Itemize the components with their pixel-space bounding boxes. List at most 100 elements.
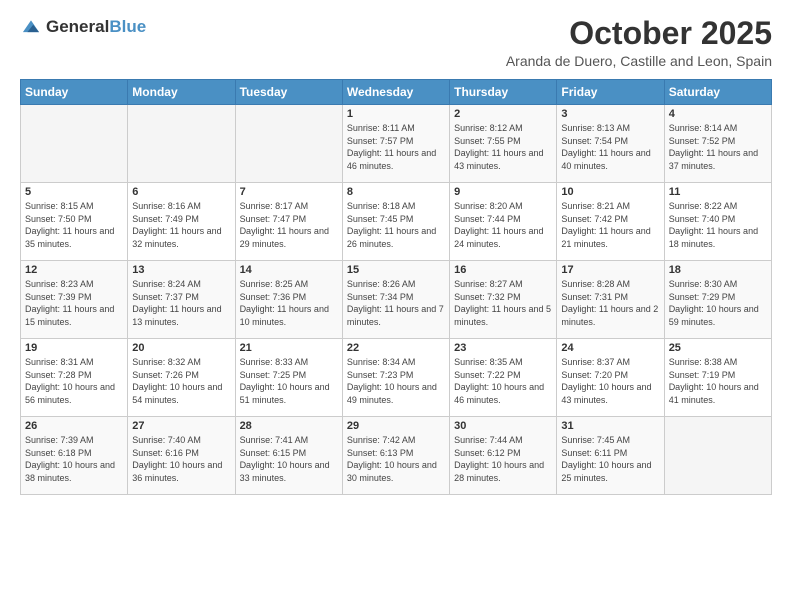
calendar-week-5: 26 Sunrise: 7:39 AMSunset: 6:18 PMDayligh… xyxy=(21,417,772,495)
cell-content: Sunrise: 8:21 AMSunset: 7:42 PMDaylight:… xyxy=(561,200,659,250)
cell-content: Sunrise: 8:16 AMSunset: 7:49 PMDaylight:… xyxy=(132,200,230,250)
calendar-cell xyxy=(235,105,342,183)
calendar-cell: 1Sunrise: 8:11 AMSunset: 7:57 PMDaylight… xyxy=(342,105,449,183)
calendar-week-3: 12 Sunrise: 8:23 AMSunset: 7:39 PMDayligh… xyxy=(21,261,772,339)
calendar-cell: 12 Sunrise: 8:23 AMSunset: 7:39 PMDayligh… xyxy=(21,261,128,339)
day-number: 20 xyxy=(132,342,230,354)
day-number: 19 xyxy=(25,342,123,354)
calendar-cell: 21Sunrise: 8:33 AMSunset: 7:25 PMDayligh… xyxy=(235,339,342,417)
logo: GeneralBlue xyxy=(20,16,146,38)
cell-content: Sunrise: 8:15 AMSunset: 7:50 PMDaylight:… xyxy=(25,200,123,250)
calendar-cell: 10 Sunrise: 8:21 AMSunset: 7:42 PMDayligh… xyxy=(557,183,664,261)
cell-content: Sunrise: 8:17 AMSunset: 7:47 PMDaylight:… xyxy=(240,200,338,250)
calendar-cell: 18 Sunrise: 8:30 AMSunset: 7:29 PMDayligh… xyxy=(664,261,771,339)
cell-content: Sunrise: 8:30 AMSunset: 7:29 PMDaylight:… xyxy=(669,278,767,328)
cell-content: Sunrise: 7:41 AMSunset: 6:15 PMDaylight:… xyxy=(240,434,338,484)
calendar-cell: 9 Sunrise: 8:20 AMSunset: 7:44 PMDaylight… xyxy=(450,183,557,261)
cell-content: Sunrise: 8:28 AMSunset: 7:31 PMDaylight:… xyxy=(561,278,659,328)
location-title: Aranda de Duero, Castille and Leon, Spai… xyxy=(506,53,772,69)
cell-content: Sunrise: 8:22 AMSunset: 7:40 PMDaylight:… xyxy=(669,200,767,250)
header: GeneralBlue October 2025 Aranda de Duero… xyxy=(20,16,772,69)
day-number: 28 xyxy=(240,420,338,432)
calendar-cell: 8 Sunrise: 8:18 AMSunset: 7:45 PMDaylight… xyxy=(342,183,449,261)
calendar-cell: 30 Sunrise: 7:44 AMSunset: 6:12 PMDayligh… xyxy=(450,417,557,495)
day-number: 5 xyxy=(25,186,123,198)
cell-content: Sunrise: 7:44 AMSunset: 6:12 PMDaylight:… xyxy=(454,434,552,484)
day-number: 25 xyxy=(669,342,767,354)
calendar-cell: 7 Sunrise: 8:17 AMSunset: 7:47 PMDaylight… xyxy=(235,183,342,261)
calendar-cell xyxy=(128,105,235,183)
cell-content: Sunrise: 8:25 AMSunset: 7:36 PMDaylight:… xyxy=(240,278,338,328)
day-number: 29 xyxy=(347,420,445,432)
calendar-cell: 13 Sunrise: 8:24 AMSunset: 7:37 PMDayligh… xyxy=(128,261,235,339)
day-number: 18 xyxy=(669,264,767,276)
day-number: 13 xyxy=(132,264,230,276)
calendar-cell: 14Sunrise: 8:25 AMSunset: 7:36 PMDayligh… xyxy=(235,261,342,339)
day-number: 1 xyxy=(347,108,445,120)
cell-content: Sunrise: 8:20 AMSunset: 7:44 PMDaylight:… xyxy=(454,200,552,250)
cell-content: Sunrise: 8:23 AMSunset: 7:39 PMDaylight:… xyxy=(25,278,123,328)
cell-content: Sunrise: 8:18 AMSunset: 7:45 PMDaylight:… xyxy=(347,200,445,250)
calendar-cell xyxy=(21,105,128,183)
cell-content: Sunrise: 8:35 AMSunset: 7:22 PMDaylight:… xyxy=(454,356,552,406)
days-header-row: Sunday Monday Tuesday Wednesday Thursday… xyxy=(21,80,772,105)
calendar-cell: 20 Sunrise: 8:32 AMSunset: 7:26 PMDayligh… xyxy=(128,339,235,417)
calendar-cell: 19 Sunrise: 8:31 AMSunset: 7:28 PMDayligh… xyxy=(21,339,128,417)
cell-content: Sunrise: 8:31 AMSunset: 7:28 PMDaylight:… xyxy=(25,356,123,406)
calendar-cell: 24Sunrise: 8:37 AMSunset: 7:20 PMDayligh… xyxy=(557,339,664,417)
day-number: 22 xyxy=(347,342,445,354)
day-number: 26 xyxy=(25,420,123,432)
header-friday: Friday xyxy=(557,80,664,105)
cell-content: Sunrise: 8:32 AMSunset: 7:26 PMDaylight:… xyxy=(132,356,230,406)
cell-content: Sunrise: 7:40 AMSunset: 6:16 PMDaylight:… xyxy=(132,434,230,484)
day-number: 8 xyxy=(347,186,445,198)
logo-general: GeneralBlue xyxy=(46,17,146,37)
calendar-cell: 22Sunrise: 8:34 AMSunset: 7:23 PMDayligh… xyxy=(342,339,449,417)
cell-content: Sunrise: 7:39 AMSunset: 6:18 PMDaylight:… xyxy=(25,434,123,484)
calendar-week-1: 1Sunrise: 8:11 AMSunset: 7:57 PMDaylight… xyxy=(21,105,772,183)
cell-content: Sunrise: 8:12 AMSunset: 7:55 PMDaylight:… xyxy=(454,122,552,172)
calendar-cell: 11 Sunrise: 8:22 AMSunset: 7:40 PMDayligh… xyxy=(664,183,771,261)
calendar-cell: 23 Sunrise: 8:35 AMSunset: 7:22 PMDayligh… xyxy=(450,339,557,417)
calendar-cell: 2 Sunrise: 8:12 AMSunset: 7:55 PMDaylight… xyxy=(450,105,557,183)
calendar-cell: 27 Sunrise: 7:40 AMSunset: 6:16 PMDayligh… xyxy=(128,417,235,495)
cell-content: Sunrise: 8:33 AMSunset: 7:25 PMDaylight:… xyxy=(240,356,338,406)
calendar-cell: 15Sunrise: 8:26 AMSunset: 7:34 PMDayligh… xyxy=(342,261,449,339)
day-number: 12 xyxy=(25,264,123,276)
day-number: 7 xyxy=(240,186,338,198)
day-number: 30 xyxy=(454,420,552,432)
calendar-cell: 6 Sunrise: 8:16 AMSunset: 7:49 PMDaylight… xyxy=(128,183,235,261)
header-saturday: Saturday xyxy=(664,80,771,105)
calendar-cell: 3Sunrise: 8:13 AMSunset: 7:54 PMDaylight… xyxy=(557,105,664,183)
day-number: 2 xyxy=(454,108,552,120)
calendar-cell: 29 Sunrise: 7:42 AMSunset: 6:13 PMDayligh… xyxy=(342,417,449,495)
cell-content: Sunrise: 8:27 AMSunset: 7:32 PMDaylight:… xyxy=(454,278,552,328)
header-sunday: Sunday xyxy=(21,80,128,105)
calendar-cell: 17 Sunrise: 8:28 AMSunset: 7:31 PMDayligh… xyxy=(557,261,664,339)
day-number: 11 xyxy=(669,186,767,198)
header-monday: Monday xyxy=(128,80,235,105)
month-title: October 2025 xyxy=(506,16,772,51)
day-number: 17 xyxy=(561,264,659,276)
calendar-cell: 4Sunrise: 8:14 AMSunset: 7:52 PMDaylight… xyxy=(664,105,771,183)
calendar-cell: 28 Sunrise: 7:41 AMSunset: 6:15 PMDayligh… xyxy=(235,417,342,495)
calendar-week-2: 5 Sunrise: 8:15 AMSunset: 7:50 PMDaylight… xyxy=(21,183,772,261)
header-wednesday: Wednesday xyxy=(342,80,449,105)
calendar-cell: 26 Sunrise: 7:39 AMSunset: 6:18 PMDayligh… xyxy=(21,417,128,495)
cell-content: Sunrise: 8:26 AMSunset: 7:34 PMDaylight:… xyxy=(347,278,445,328)
calendar-cell xyxy=(664,417,771,495)
logo-icon xyxy=(20,16,42,38)
cell-content: Sunrise: 7:42 AMSunset: 6:13 PMDaylight:… xyxy=(347,434,445,484)
day-number: 23 xyxy=(454,342,552,354)
calendar-table: Sunday Monday Tuesday Wednesday Thursday… xyxy=(20,79,772,495)
day-number: 10 xyxy=(561,186,659,198)
day-number: 9 xyxy=(454,186,552,198)
day-number: 27 xyxy=(132,420,230,432)
calendar-cell: 16Sunrise: 8:27 AMSunset: 7:32 PMDayligh… xyxy=(450,261,557,339)
day-number: 6 xyxy=(132,186,230,198)
cell-content: Sunrise: 8:24 AMSunset: 7:37 PMDaylight:… xyxy=(132,278,230,328)
cell-content: Sunrise: 8:38 AMSunset: 7:19 PMDaylight:… xyxy=(669,356,767,406)
day-number: 3 xyxy=(561,108,659,120)
title-block: October 2025 Aranda de Duero, Castille a… xyxy=(506,16,772,69)
calendar-cell: 31Sunrise: 7:45 AMSunset: 6:11 PMDayligh… xyxy=(557,417,664,495)
